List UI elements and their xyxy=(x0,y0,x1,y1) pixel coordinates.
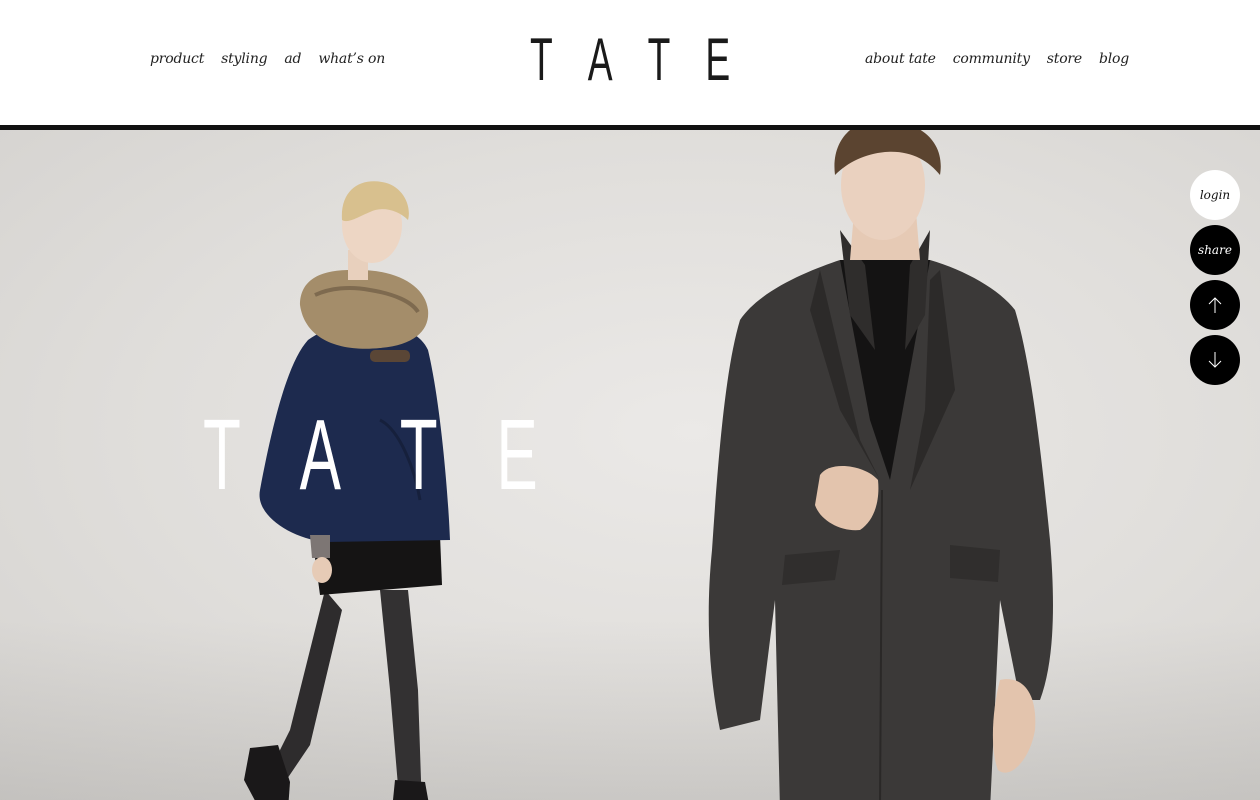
logo-letter: A xyxy=(587,26,613,93)
logo-letter: E xyxy=(705,26,731,93)
primary-nav: product styling ad what’s on xyxy=(150,51,385,67)
site-header: product styling ad what’s on T A T E abo… xyxy=(0,0,1260,125)
hero-floor-shadow xyxy=(0,620,1260,800)
scroll-up-button[interactable] xyxy=(1190,280,1240,330)
hero-wordmark-letter: E xyxy=(496,399,538,511)
hero-wordmark: T A T E xyxy=(203,405,538,505)
nav-community-link[interactable]: community xyxy=(953,51,1030,67)
logo-letter: T xyxy=(530,26,553,93)
arrow-up-icon xyxy=(1208,297,1222,313)
hero-wordmark-letter: A xyxy=(299,399,342,511)
hero-wordmark-letter: T xyxy=(399,399,438,511)
site-logo[interactable]: T A T E xyxy=(530,30,730,90)
login-button[interactable]: login xyxy=(1190,170,1240,220)
scroll-down-button[interactable] xyxy=(1190,335,1240,385)
nav-styling-link[interactable]: styling xyxy=(221,51,267,67)
nav-product-link[interactable]: product xyxy=(150,51,204,67)
nav-whats-on-link[interactable]: what’s on xyxy=(318,51,385,67)
hero-model-man-image xyxy=(708,130,1053,800)
nav-store-link[interactable]: store xyxy=(1047,51,1082,67)
nav-ad-link[interactable]: ad xyxy=(284,51,301,67)
share-button[interactable]: share xyxy=(1190,225,1240,275)
logo-letter: T xyxy=(647,26,671,93)
arrow-down-icon xyxy=(1208,352,1222,368)
hero-banner: T A T E xyxy=(0,130,1260,800)
nav-about-tate-link[interactable]: about tate xyxy=(865,51,936,67)
nav-blog-link[interactable]: blog xyxy=(1099,51,1129,67)
secondary-nav: about tate community store blog xyxy=(865,51,1129,67)
hero-wordmark-letter: T xyxy=(203,399,241,511)
